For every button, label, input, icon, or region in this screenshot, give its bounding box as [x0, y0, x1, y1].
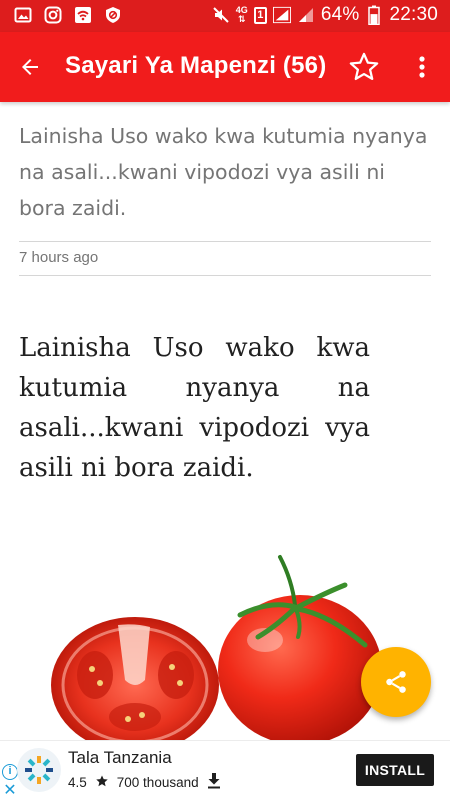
more-options-button[interactable]: [408, 48, 436, 86]
network-4g-icon: 4G ⇅: [235, 5, 248, 24]
app-bar: Sayari Ya Mapenzi (56): [0, 32, 450, 102]
instagram-icon: [44, 6, 62, 24]
divider: [19, 275, 431, 276]
network-type-label: 4G: [235, 5, 248, 15]
install-button[interactable]: INSTALL: [356, 754, 434, 786]
back-button[interactable]: [12, 49, 48, 85]
signal-icon: [297, 6, 315, 24]
mute-icon: [212, 6, 230, 24]
divider: [19, 241, 431, 242]
article-timestamp: 7 hours ago: [19, 249, 99, 266]
star-outline-icon: [349, 52, 379, 81]
info-icon[interactable]: i: [2, 764, 18, 780]
article-body: Lainisha Uso wako kwa kutumia nyanya na …: [19, 333, 370, 483]
ad-app-logo: [17, 748, 61, 792]
sim-1-icon: 1: [253, 6, 267, 24]
image-icon: [14, 6, 32, 24]
ad-app-meta: 4.5 700 thousand: [68, 773, 221, 792]
battery-percent: 64%: [320, 4, 360, 25]
ad-banner[interactable]: i ✕ Tala Tanzania 4.5 700 thousand INSTA…: [0, 740, 450, 800]
star-icon: [95, 774, 109, 791]
vpn-shield-icon: [104, 6, 122, 24]
download-icon: [207, 773, 221, 792]
more-vertical-icon: [419, 56, 425, 78]
share-icon: [386, 671, 406, 693]
arrow-left-icon: [22, 59, 38, 75]
ad-downloads: 700 thousand: [116, 775, 199, 790]
share-button[interactable]: [361, 647, 431, 717]
article-summary: Lainisha Uso wako kwa kutumia nyanya na …: [19, 124, 428, 220]
battery-icon: [365, 5, 383, 25]
status-bar-left-icons: [14, 6, 122, 24]
signal-icon: [272, 6, 291, 24]
close-icon[interactable]: ✕: [2, 783, 18, 799]
status-bar: 4G ⇅ 1 64% 22:30: [0, 0, 450, 32]
status-bar-right-icons: 4G ⇅ 1 64% 22:30: [212, 4, 438, 26]
wifi-calling-icon: [74, 6, 92, 24]
tala-logo-icon: [25, 756, 53, 784]
favorite-button[interactable]: [345, 48, 383, 86]
page-title: Sayari Ya Mapenzi (56): [65, 52, 327, 79]
ad-rating: 4.5: [68, 775, 87, 790]
ad-app-name: Tala Tanzania: [68, 748, 172, 767]
article-image: [51, 555, 382, 740]
clock: 22:30: [389, 4, 438, 25]
